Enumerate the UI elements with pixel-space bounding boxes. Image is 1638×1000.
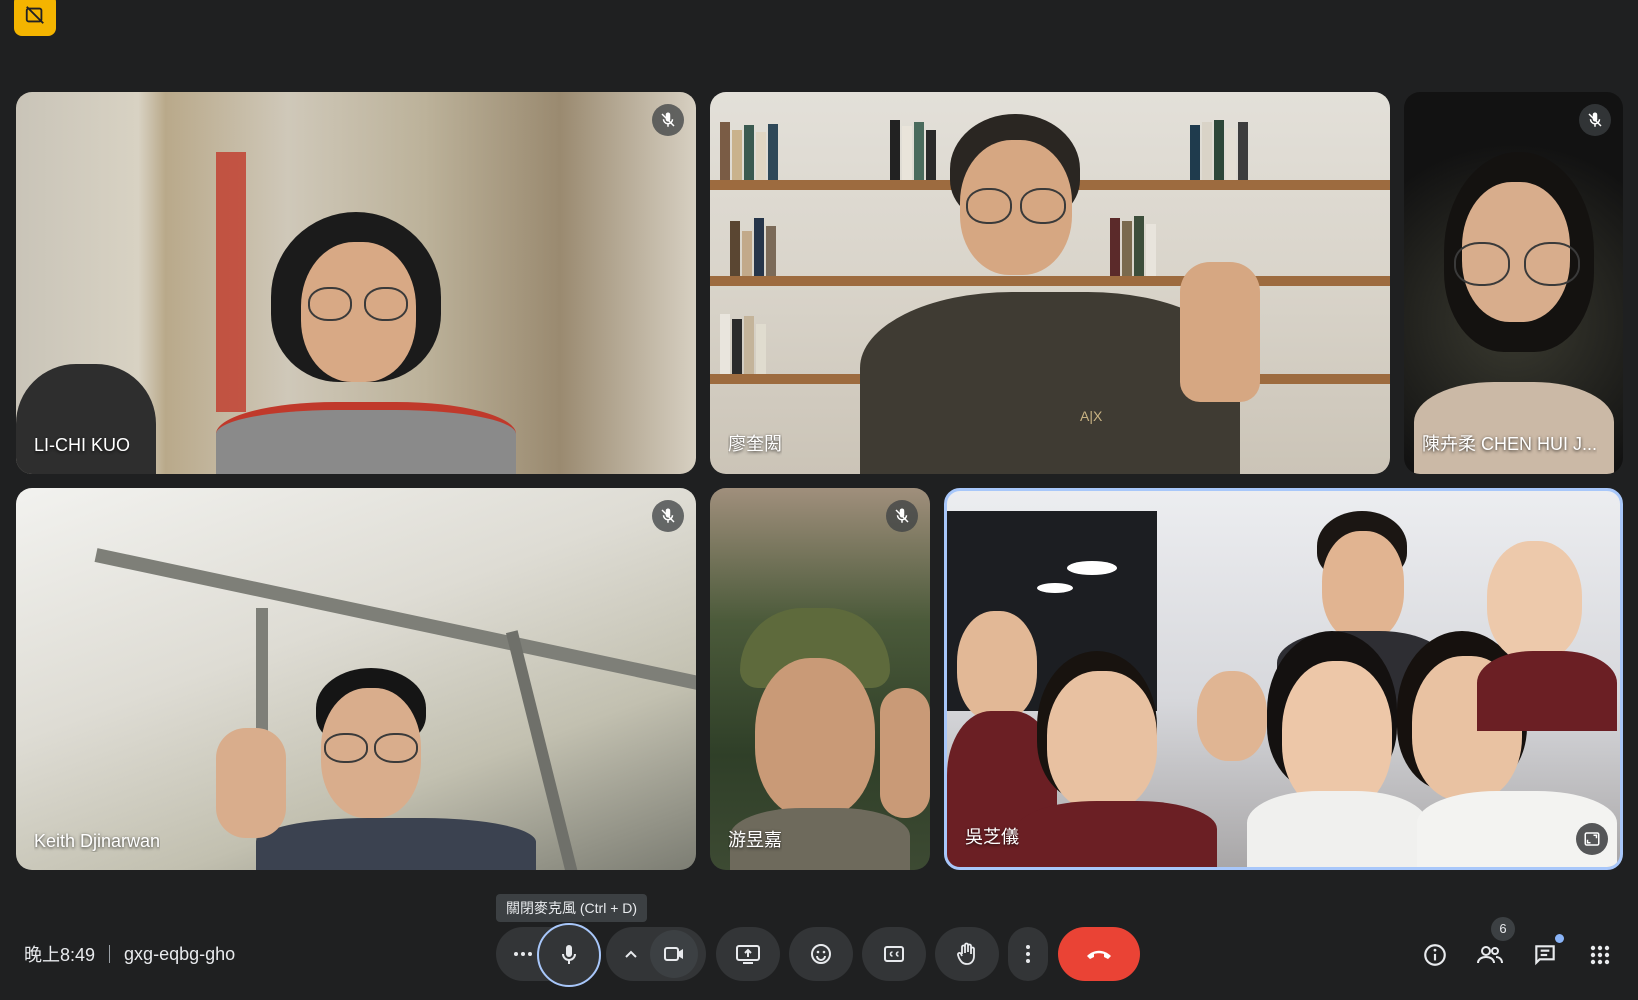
chair [16, 364, 156, 474]
info-icon [1424, 944, 1446, 966]
participant-tile-liao[interactable]: A|X 廖奎閎 [710, 92, 1390, 474]
activities-button[interactable] [1580, 935, 1620, 975]
muted-mic-icon [652, 500, 684, 532]
mic-tooltip: 關閉麥克風 (Ctrl + D) [496, 894, 648, 922]
participant-name: 廖奎閎 [728, 434, 782, 454]
raise-hand-icon [957, 942, 975, 965]
video-options-chevron-icon[interactable] [618, 941, 644, 967]
people-icon [1477, 946, 1503, 964]
captions-icon [884, 946, 904, 962]
participant-tile-li-chi-kuo[interactable]: LI-CHI KUO [16, 92, 696, 474]
muted-mic-icon [1579, 104, 1611, 136]
mic-icon [562, 945, 576, 964]
peace-hand [1180, 262, 1260, 402]
reactions-button[interactable] [789, 927, 853, 981]
meeting-code[interactable]: gxg-eqbg-gho [124, 944, 235, 965]
participant-name: LI-CHI KUO [34, 435, 131, 455]
participant-tile-you[interactable]: 游昱嘉 [710, 488, 930, 870]
muted-mic-icon [886, 500, 918, 532]
participant-tile-keith[interactable]: Keith Djinarwan [16, 488, 696, 870]
waving-hand [880, 688, 930, 818]
participant-name: 陳卉柔 CHEN HUI J... [1422, 434, 1598, 454]
present-screen-icon [736, 945, 760, 964]
camera-button[interactable] [650, 930, 698, 978]
pin-expand-icon[interactable] [1576, 823, 1608, 855]
meeting-time: 晚上8:49 [24, 945, 96, 965]
chat-icon [1535, 945, 1555, 966]
people-button[interactable] [1470, 935, 1510, 975]
meeting-details-button[interactable] [1415, 935, 1455, 975]
raise-hand-button[interactable] [935, 927, 999, 981]
participant-tile-chen-hui[interactable]: 陳卉柔 CHEN HUI J... [1404, 92, 1623, 474]
emoji-icon [811, 944, 831, 964]
shirt-logo: A|X [1080, 408, 1103, 424]
mic-button[interactable] [537, 923, 601, 987]
muted-mic-icon [652, 104, 684, 136]
meeting-info: 晚上8:49 gxg-eqbg-gho [24, 940, 235, 968]
end-call-button[interactable] [1058, 927, 1140, 981]
participant-name: Keith Djinarwan [34, 831, 161, 851]
ceiling-light [1067, 561, 1117, 575]
more-options-button[interactable] [1008, 927, 1048, 981]
apps-grid-icon [1590, 945, 1610, 965]
participant-name: 吳芝儀 [965, 827, 1019, 847]
more-vert-icon [1026, 945, 1030, 963]
participant-tile-wu-active[interactable]: 吳芝儀 [944, 488, 1623, 870]
present-screen-button[interactable] [716, 927, 780, 981]
divider [109, 945, 111, 963]
captions-button[interactable] [862, 927, 926, 981]
participant-name: 游昱嘉 [728, 830, 782, 850]
camera-icon [664, 947, 683, 961]
bunk-bed-frame [94, 548, 696, 691]
audio-settings-more-icon[interactable] [510, 941, 536, 967]
red-banner [216, 152, 246, 412]
hang-up-icon [1087, 950, 1111, 959]
chat-notification-dot [1555, 934, 1564, 943]
video-control-group [606, 927, 706, 981]
recording-indicator-icon[interactable] [14, 0, 56, 36]
ok-hand [216, 728, 286, 838]
